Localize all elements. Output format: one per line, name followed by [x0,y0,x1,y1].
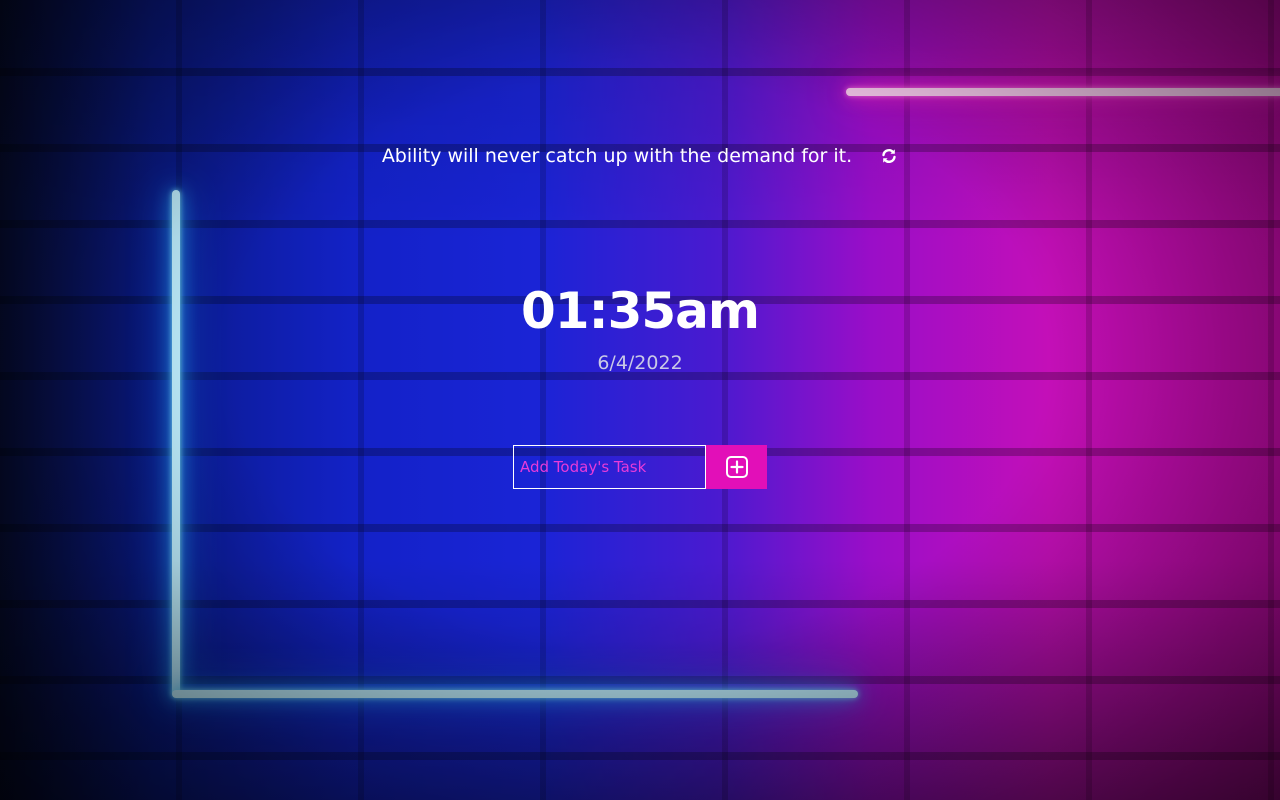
background-vignette [0,0,1280,800]
quote-text: Ability will never catch up with the dem… [381,144,853,167]
clock-time: 01:35am [521,282,760,340]
task-input[interactable] [513,445,706,489]
refresh-quote-button[interactable] [880,147,898,165]
task-form [513,445,767,489]
neon-blue-vertical-line [172,190,180,696]
add-task-button[interactable] [706,445,767,489]
plus-square-icon [725,456,748,478]
clock-date: 6/4/2022 [597,352,683,374]
quote-row: Ability will never catch up with the dem… [0,144,1280,167]
neon-pink-line [846,88,1280,96]
refresh-icon [882,148,896,163]
brick-wall-background [0,0,1280,800]
neon-blue-horizontal-line [172,690,858,698]
